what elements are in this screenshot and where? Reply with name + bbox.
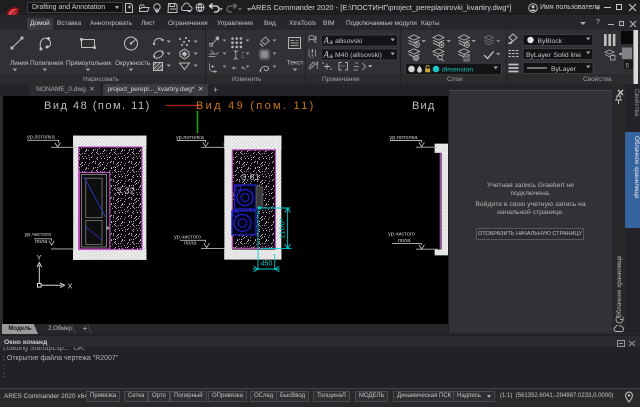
svg-text:ByLayer: ByLayer xyxy=(526,52,552,59)
svg-text:Y: Y xyxy=(37,253,42,262)
svg-text:Облачное хранилище: Облачное хранилище xyxy=(633,136,640,199)
svg-text:Линия: Линия xyxy=(10,60,29,67)
svg-text:A: A xyxy=(323,50,330,60)
svg-text:ур.чистого: ур.чистого xyxy=(25,232,52,238)
svg-text:Окружность: Окружность xyxy=(115,60,151,67)
svg-text:Вид 48 (пом. 11): Вид 48 (пом. 11) xyxy=(44,100,151,112)
svg-text:dimension: dimension xyxy=(442,67,473,74)
svg-text:пола: пола xyxy=(35,239,48,245)
svg-text:пола: пола xyxy=(184,240,197,246)
svg-text:3.61: 3.61 xyxy=(242,172,261,182)
svg-text:X: X xyxy=(68,282,73,291)
svg-text:allisovski: allisovski xyxy=(335,38,363,45)
svg-text:Примечания: Примечания xyxy=(322,76,360,83)
svg-text:M40 (allisovski): M40 (allisovski) xyxy=(335,52,382,59)
svg-text:Прямоугольник: Прямоугольник xyxy=(66,60,111,67)
svg-text:ур.потолка: ур.потолка xyxy=(176,135,205,141)
svg-text:ур.чистого: ур.чистого xyxy=(388,232,415,238)
svg-text:Нарисовать: Нарисовать xyxy=(83,76,119,83)
svg-text:1100*: 1100* xyxy=(278,217,287,239)
svg-text:Solid line: Solid line xyxy=(554,52,582,59)
svg-text:ур.потолка: ур.потолка xyxy=(390,135,419,141)
svg-text:450: 450 xyxy=(261,261,273,268)
svg-text:5: 5 xyxy=(626,63,630,70)
svg-text:ByBlock: ByBlock xyxy=(538,38,563,45)
svg-text:Свойства: Свойства xyxy=(633,89,640,117)
svg-text:3.32: 3.32 xyxy=(117,186,136,196)
svg-text:ByLayer: ByLayer xyxy=(551,66,577,73)
svg-text:Изменить: Изменить xyxy=(232,76,262,83)
svg-text:ур.потолка: ур.потолка xyxy=(27,135,56,141)
svg-text:Полилиния: Полилиния xyxy=(30,60,64,67)
svg-text:Свойства: Свойства xyxy=(583,75,612,83)
svg-text:Вид 49 (пом. 11): Вид 49 (пом. 11) xyxy=(196,100,316,112)
svg-text:A: A xyxy=(323,36,330,46)
svg-text:Вид: Вид xyxy=(412,100,436,112)
svg-text:Текст: Текст xyxy=(287,60,304,67)
svg-text:Слои: Слои xyxy=(447,76,463,83)
svg-text:Облачное хранилище: Облачное хранилище xyxy=(616,255,623,318)
svg-text:пола: пола xyxy=(398,238,411,244)
